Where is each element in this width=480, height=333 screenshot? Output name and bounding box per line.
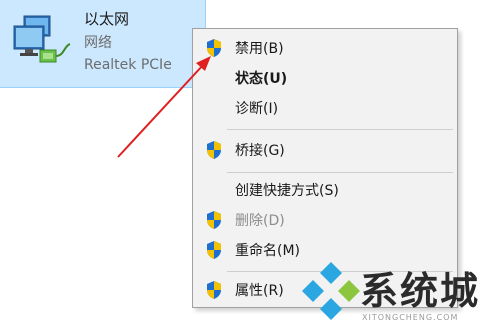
menu-item-label: 属性(R) <box>235 283 284 299</box>
menu-item-create-shortcut[interactable]: 创建快捷方式(S) <box>193 177 457 203</box>
uac-shield-icon <box>207 281 221 299</box>
adapter-status: 网络 <box>84 35 112 51</box>
watermark-brand: 系统城 <box>360 269 480 313</box>
uac-shield-icon <box>207 141 221 159</box>
menu-item-label: 禁用(B) <box>235 41 284 57</box>
watermark-url: XITONGCHENG.COM <box>362 313 459 322</box>
menu-item-label: 状态(U) <box>235 71 288 87</box>
menu-item-label: 重命名(M) <box>235 243 301 259</box>
menu-separator <box>227 129 453 130</box>
menu-item-status[interactable]: 状态(U) <box>193 65 457 91</box>
adapter-name: 以太网 <box>84 10 130 28</box>
menu-item-diagnose[interactable]: 诊断(I) <box>193 95 457 121</box>
menu-item-delete[interactable]: 删除(D) <box>193 207 457 233</box>
uac-shield-icon <box>207 211 221 229</box>
adapter-device: Realtek PCIe <box>84 57 172 73</box>
menu-item-bridge[interactable]: 桥接(G) <box>193 137 457 163</box>
network-adapter-tile[interactable]: 以太网 网络 Realtek PCIe <box>0 0 206 88</box>
watermark-logo-icon <box>302 262 360 320</box>
menu-item-disable[interactable]: 禁用(B) <box>193 35 457 61</box>
menu-separator <box>227 172 453 173</box>
uac-shield-icon <box>207 241 221 259</box>
menu-item-label: 桥接(G) <box>235 143 285 159</box>
uac-shield-icon <box>207 39 221 57</box>
watermark: 系统城 XITONGCHENG.COM <box>300 258 480 333</box>
network-adapter-icon <box>13 15 71 63</box>
menu-item-label: 删除(D) <box>235 213 285 229</box>
menu-item-label: 创建快捷方式(S) <box>235 183 339 199</box>
menu-item-label: 诊断(I) <box>235 101 279 117</box>
